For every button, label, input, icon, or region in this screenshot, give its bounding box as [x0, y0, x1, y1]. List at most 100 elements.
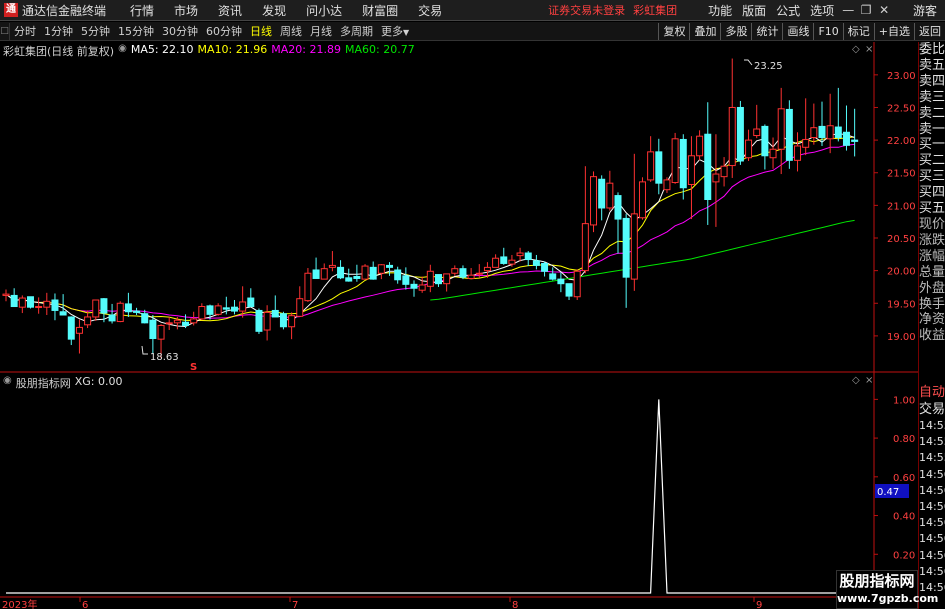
candle-body: [84, 316, 92, 326]
close-panel-icon[interactable]: ×: [865, 44, 873, 55]
candle-body: [2, 293, 10, 296]
statistics-button[interactable]: 统计: [751, 23, 782, 40]
period-weekly[interactable]: 周线: [276, 23, 306, 39]
low-price-pointer: [141, 345, 148, 355]
candle: [320, 263, 328, 280]
menu-ask-xiaoda[interactable]: 问小达: [296, 2, 352, 19]
candle: [304, 268, 312, 302]
candle-body: [671, 138, 679, 184]
candle-body: [141, 313, 149, 324]
mark-button[interactable]: 标记: [842, 23, 874, 40]
candle: [834, 87, 842, 142]
minimize-icon[interactable]: —: [839, 3, 857, 17]
price-tick-label: 22.00: [887, 136, 916, 147]
ma5-line: [5, 133, 855, 328]
menu-formula[interactable]: 公式: [771, 2, 805, 19]
candle-body: [818, 125, 826, 138]
auto-trade-label[interactable]: 自动: [919, 384, 945, 401]
indicator-axis: 1.00 0.80 0.60 0.40 0.20: [874, 395, 915, 561]
close-icon[interactable]: ✕: [875, 3, 893, 17]
period-more[interactable]: 更多▼: [377, 23, 413, 39]
menu-functions[interactable]: 功能: [703, 2, 737, 19]
moving-average-lines: [5, 133, 855, 328]
back-button[interactable]: 返回: [914, 23, 945, 40]
candle: [842, 105, 850, 151]
menu-trade[interactable]: 交易: [408, 2, 452, 19]
indicator-diamond-icon[interactable]: ◇: [852, 375, 860, 386]
candle: [581, 166, 589, 274]
period-15min[interactable]: 15分钟: [114, 23, 158, 39]
period-multi[interactable]: 多周期: [336, 23, 377, 39]
overlay-button[interactable]: 叠加: [689, 23, 720, 40]
candle-body: [165, 322, 173, 325]
auto-trade-label[interactable]: 交易: [919, 401, 945, 418]
candle-body: [777, 108, 785, 150]
draw-line-button[interactable]: 画线: [782, 23, 813, 40]
menu-options[interactable]: 选项: [805, 2, 839, 19]
toolbar-grip-icon[interactable]: □: [0, 22, 10, 40]
candlestick-series: [2, 58, 859, 359]
candle: [736, 100, 744, 165]
watermark: 股朋指标网 www.7gpzb.com: [836, 570, 938, 609]
menu-market[interactable]: 市场: [164, 2, 208, 19]
candle-body: [59, 311, 67, 316]
candle-body: [345, 277, 353, 282]
multi-stock-button[interactable]: 多股: [720, 23, 751, 40]
candle: [769, 137, 777, 169]
restore-icon[interactable]: ❐: [857, 3, 875, 17]
f10-button[interactable]: F10: [813, 23, 842, 40]
candle-body: [557, 278, 565, 285]
candle: [214, 303, 222, 316]
period-60min[interactable]: 60分钟: [202, 23, 246, 39]
menu-layout[interactable]: 版面: [737, 2, 771, 19]
candle-body: [434, 274, 442, 285]
candle: [51, 293, 59, 321]
candle-body: [377, 264, 385, 274]
low-price-label: 18.63: [150, 352, 179, 363]
candle-body: [26, 296, 34, 308]
candle: [312, 257, 320, 279]
price-tick-label: 21.00: [887, 201, 916, 212]
menu-news[interactable]: 资讯: [208, 2, 252, 19]
candle-body: [614, 195, 622, 220]
date-tick-label: 2023年: [2, 598, 37, 609]
period-30min[interactable]: 30分钟: [158, 23, 202, 39]
period-monthly[interactable]: 月线: [306, 23, 336, 39]
add-favorite-button[interactable]: +自选: [873, 23, 914, 40]
indicator-close-icon[interactable]: ×: [865, 375, 873, 386]
candle: [745, 129, 753, 161]
legend-settings-icon[interactable]: ◉: [118, 43, 127, 59]
candle: [467, 268, 475, 280]
period-1min[interactable]: 1分钟: [40, 23, 77, 39]
candle: [2, 289, 10, 302]
period-intraday[interactable]: 分时: [10, 23, 40, 39]
tick-time: 14:55: [919, 419, 945, 432]
tick-time: 14:55: [919, 435, 945, 449]
diamond-icon[interactable]: ◇: [852, 44, 860, 55]
indicator-settings-icon[interactable]: ◉: [3, 375, 12, 391]
period-daily[interactable]: 日线: [246, 23, 276, 39]
date-axis: 2023年 6 7 8 9: [2, 597, 762, 609]
guest-user[interactable]: 游客: [913, 2, 937, 19]
candle: [443, 273, 451, 292]
trade-login-status[interactable]: 证券交易未登录: [548, 2, 625, 18]
indicator-name[interactable]: 股朋指标网: [16, 375, 71, 391]
candle-body: [647, 151, 655, 181]
tick-time: 14:56: [919, 532, 945, 546]
price-axis: 23.00 22.50 22.00 21.50 21.00 20.50 20.00 19.50…: [874, 71, 916, 343]
candle-body: [190, 318, 198, 324]
menu-market-quotes[interactable]: 行情: [120, 2, 164, 19]
menu-wealth-circle[interactable]: 财富圈: [352, 2, 408, 19]
kline-chart[interactable]: 23.00 22.50 22.00 21.50 21.00 20.50 20.00 19.50…: [0, 42, 918, 609]
stock-legend-title[interactable]: 彩虹集团(日线 前复权): [3, 43, 114, 59]
candle-body: [475, 272, 483, 275]
period-5min[interactable]: 5分钟: [77, 23, 114, 39]
adjust-button[interactable]: 复权: [658, 23, 689, 40]
candle: [18, 295, 26, 314]
quote-field-label: 卖二: [919, 105, 945, 121]
candle: [377, 264, 385, 280]
candle: [386, 262, 394, 276]
candle-body: [426, 270, 434, 287]
menu-discover[interactable]: 发现: [252, 2, 296, 19]
quote-field-label: 涨跌: [919, 232, 945, 248]
